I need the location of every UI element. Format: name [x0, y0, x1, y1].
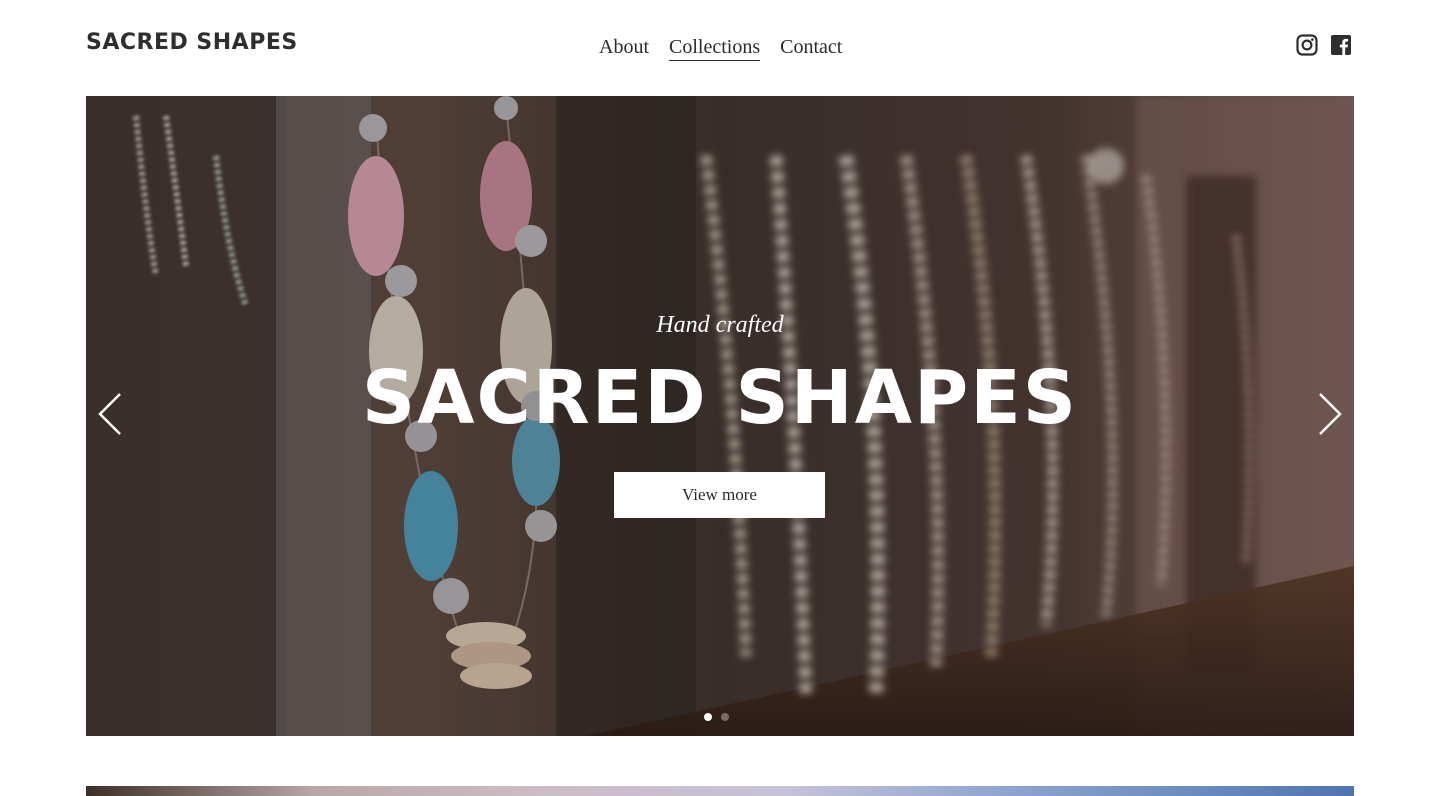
nav-item-contact[interactable]: Contact: [780, 34, 842, 61]
chevron-right-icon: [1319, 393, 1342, 435]
facebook-icon[interactable]: [1330, 34, 1352, 56]
slide-next-arrow[interactable]: [1316, 392, 1344, 436]
hero-slideshow: Hand crafted SACRED SHAPES View more: [86, 96, 1354, 736]
slide-prev-arrow[interactable]: [96, 392, 124, 436]
nav-item-about[interactable]: About: [599, 34, 649, 61]
slide-indicators: [704, 713, 729, 721]
instagram-icon[interactable]: [1296, 34, 1318, 56]
site-header: SACRED SHAPES About Collections Contact: [0, 0, 1440, 96]
hero-eyebrow: Hand crafted: [656, 312, 784, 338]
site-logo[interactable]: SACRED SHAPES: [86, 30, 298, 55]
next-section-image: [86, 786, 1354, 796]
main-nav: About Collections Contact: [599, 34, 842, 61]
view-more-button[interactable]: View more: [614, 472, 825, 518]
nav-item-collections[interactable]: Collections: [669, 34, 761, 61]
hero-title: SACRED SHAPES: [361, 355, 1079, 441]
social-links: [1296, 34, 1352, 56]
chevron-left-icon: [98, 393, 121, 435]
slide-dot-1[interactable]: [704, 713, 712, 721]
slide-dot-2[interactable]: [721, 713, 729, 721]
